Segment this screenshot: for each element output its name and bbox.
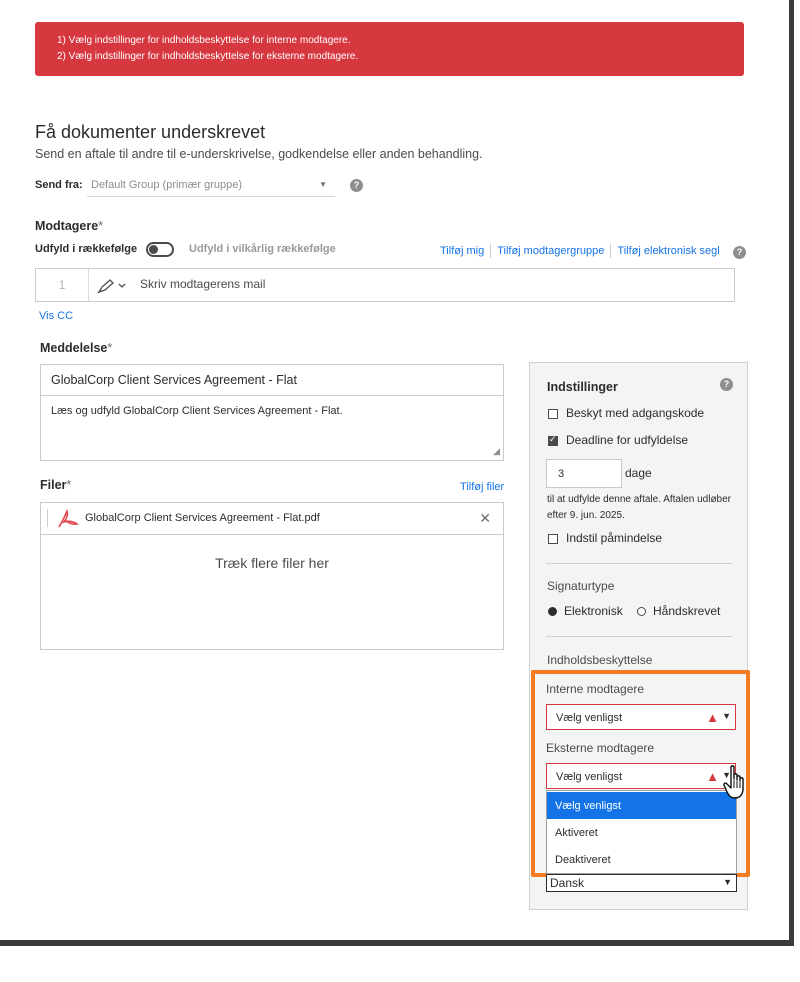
drag-handle[interactable]	[47, 509, 48, 527]
signature-electronic-label: Elektronisk	[564, 604, 623, 618]
recipient-links: Tilføj mig Tilføj modtagergruppe Tilføj el…	[440, 244, 720, 258]
signature-electronic-radio[interactable]	[548, 607, 557, 616]
agreement-page: 1) Vælg indstillinger for indholdsbeskyt…	[0, 0, 790, 944]
dropdown-option-enabled[interactable]: Aktiveret	[547, 819, 736, 846]
recipient-email-input[interactable]: Skriv modtagerens mail	[140, 277, 265, 291]
signature-handwritten-radio[interactable]	[637, 607, 646, 616]
help-icon[interactable]: ?	[720, 378, 733, 391]
close-icon[interactable]: ✕	[479, 510, 491, 527]
chevron-down-icon: ▼	[319, 180, 327, 189]
message-text: Læs og udfyld GlobalCorp Client Services…	[51, 405, 343, 417]
divider	[546, 563, 732, 564]
resize-handle-icon[interactable]: ◢	[493, 446, 500, 457]
recipients-label-text: Modtagere	[35, 219, 99, 233]
days-unit: dage	[625, 466, 652, 480]
external-protection-select[interactable]: Vælg venligst ▲ ▼	[546, 763, 736, 789]
language-select[interactable]: Dansk ▼	[546, 874, 737, 892]
message-label: Meddelelse*	[40, 341, 112, 355]
alert-icon: ▲	[706, 710, 719, 725]
message-textarea[interactable]: Læs og udfyld GlobalCorp Client Services…	[40, 396, 504, 461]
language-value: Dansk	[550, 876, 585, 890]
password-label: Beskyt med adgangskode	[566, 406, 705, 420]
message-label-text: Meddelelse	[40, 341, 108, 355]
deadline-label: Deadline for udfyldelse	[566, 433, 689, 447]
external-recipients-label: Eksterne modtagere	[546, 741, 655, 755]
deadline-checkbox[interactable]	[548, 434, 558, 446]
add-files-link[interactable]: Tilføj filer	[460, 481, 504, 493]
add-electronic-seal-link[interactable]: Tilføj elektronisk segl	[617, 245, 719, 257]
files-label-text: Filer	[40, 478, 67, 492]
deadline-note: til at udfylde denne aftale. Aftalen udl…	[547, 494, 732, 521]
content-protection-label: Indholdsbeskyttelse	[547, 653, 653, 667]
show-cc-link[interactable]: Vis CC	[39, 310, 73, 322]
required-mark: *	[98, 219, 104, 233]
settings-title: Indstillinger	[547, 380, 618, 394]
link-separator	[490, 244, 492, 258]
alert-icon: ▲	[706, 769, 719, 784]
add-me-link[interactable]: Tilføj mig	[440, 245, 484, 257]
signature-type-label: Signaturtype	[547, 579, 615, 593]
error-banner: 1) Vælg indstillinger for indholdsbeskyt…	[35, 22, 744, 76]
recipient-order-number: 1	[36, 269, 89, 301]
agreement-name-input[interactable]: GlobalCorp Client Services Agreement - F…	[40, 364, 504, 396]
file-drop-zone[interactable]: Træk flere filer her	[40, 535, 504, 650]
pen-icon	[97, 279, 126, 294]
signer-role-dropdown[interactable]	[96, 277, 132, 295]
recipient-row: 1 Skriv modtagerens mail	[35, 268, 735, 302]
chevron-down-icon: ▼	[722, 711, 731, 721]
pdf-icon	[56, 508, 80, 532]
send-from-value: Default Group (primær gruppe)	[91, 179, 243, 191]
send-from-label: Send fra:	[35, 179, 83, 191]
files-label: Filer*	[40, 478, 71, 492]
days-input[interactable]: 3	[546, 459, 622, 488]
reminder-checkbox[interactable]	[548, 534, 558, 544]
any-order-label: Udfyld i vilkårlig rækkefølge	[189, 243, 336, 255]
recipients-label: Modtagere*	[35, 219, 103, 233]
protection-dropdown-list: Vælg venligst Aktiveret Deaktiveret	[546, 790, 737, 874]
page-subtitle: Send en aftale til andre til e-underskri…	[35, 147, 483, 161]
help-icon[interactable]: ?	[350, 179, 363, 192]
page-title: Få dokumenter underskrevet	[35, 122, 266, 142]
internal-protection-value: Vælg venligst	[556, 712, 623, 724]
page-shadow-right	[789, 0, 794, 946]
divider	[546, 636, 732, 637]
password-checkbox[interactable]	[548, 409, 558, 419]
page-shadow-bottom	[0, 940, 794, 946]
error-message-internal: 1) Vælg indstillinger for indholdsbeskyt…	[57, 35, 351, 46]
file-name: GlobalCorp Client Services Agreement - F…	[85, 512, 320, 524]
chevron-down-icon: ▼	[723, 877, 732, 887]
send-from-select[interactable]: Default Group (primær gruppe) ▼	[87, 175, 335, 197]
internal-recipients-label: Interne modtagere	[546, 682, 645, 696]
external-protection-value: Vælg venligst	[556, 771, 623, 783]
add-recipient-group-link[interactable]: Tilføj modtagergruppe	[497, 245, 604, 257]
reminder-label: Indstil påmindelse	[566, 531, 663, 545]
dropdown-option-disabled[interactable]: Deaktiveret	[547, 846, 736, 873]
internal-protection-select[interactable]: Vælg venligst ▲ ▼	[546, 704, 736, 730]
drop-zone-text: Træk flere filer her	[215, 555, 329, 571]
help-icon[interactable]: ?	[733, 246, 746, 259]
required-mark: *	[66, 478, 72, 492]
order-toggle[interactable]	[146, 242, 174, 257]
dropdown-option-select[interactable]: Vælg venligst	[547, 792, 736, 819]
order-label: Udfyld i rækkefølge	[35, 243, 138, 255]
file-row: GlobalCorp Client Services Agreement - F…	[40, 502, 504, 535]
hand-pointer-icon	[723, 765, 744, 799]
error-message-external: 2) Vælg indstillinger for indholdsbeskyt…	[57, 51, 359, 62]
required-mark: *	[107, 341, 113, 355]
link-separator	[610, 244, 612, 258]
signature-handwritten-label: Håndskrevet	[653, 604, 721, 618]
